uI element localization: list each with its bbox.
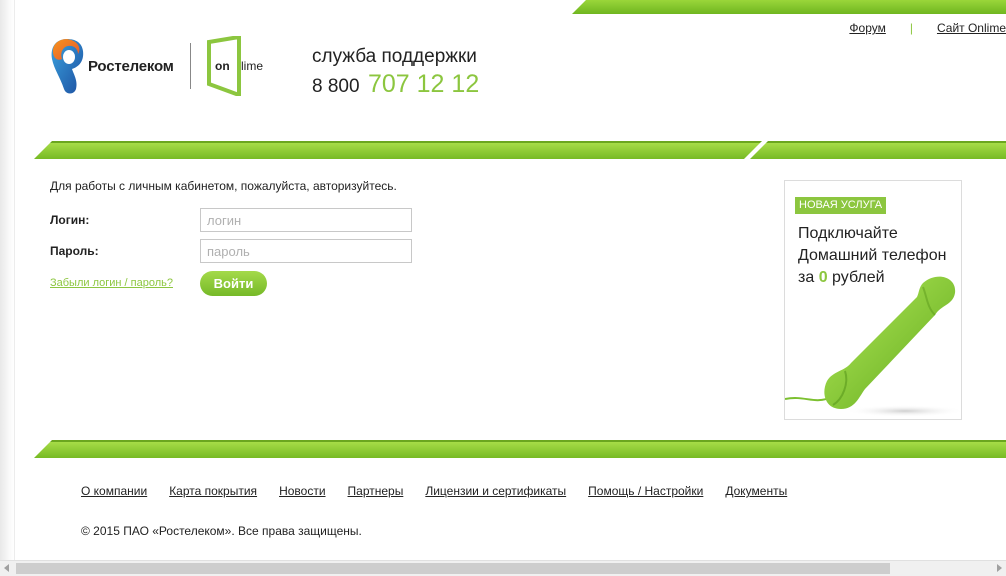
top-links: Форум | Сайт Onlime <box>849 20 1006 36</box>
promo-line-1: Подключайте <box>798 225 898 242</box>
login-input[interactable] <box>200 208 412 232</box>
phone-prefix: 8 800 <box>312 76 360 97</box>
upper-green-band <box>0 141 1006 159</box>
login-row: Логин: <box>50 208 412 232</box>
telephone-handset-icon <box>785 276 961 417</box>
rostelecom-swirl-icon <box>51 39 84 94</box>
lower-green-band <box>0 440 1006 458</box>
footer-link-help[interactable]: Помощь / Настройки <box>588 484 703 498</box>
top-links-separator: | <box>909 21 913 35</box>
scroll-right-arrow-icon[interactable] <box>997 564 1002 572</box>
login-submit-button[interactable]: Войти <box>200 271 267 296</box>
promo-banner[interactable]: НОВАЯ УСЛУГА Подключайте Домашний телефо… <box>784 180 962 420</box>
forgot-credentials-link[interactable]: Забыли логин / пароль? <box>50 277 173 289</box>
logo-divider <box>189 43 191 89</box>
phone-number: 707 12 12 <box>368 70 480 98</box>
footer-nav: О компании Карта покрытия Новости Партне… <box>81 484 809 498</box>
promo-line-2: Домашний телефон <box>798 247 947 264</box>
onlime-logo-icon: on lime <box>206 36 263 96</box>
support-title: служба поддержки <box>312 46 477 67</box>
login-label: Логин: <box>50 213 90 227</box>
footer-link-coverage-map[interactable]: Карта покрытия <box>169 484 257 498</box>
top-green-stripe <box>572 0 1006 14</box>
page: Форум | Сайт Onlime Ростелеком on lime с… <box>0 0 1006 576</box>
horizontal-scrollbar[interactable] <box>0 560 1006 576</box>
footer-link-about[interactable]: О компании <box>81 484 147 498</box>
scrollbar-thumb[interactable] <box>16 563 890 574</box>
password-label: Пароль: <box>50 244 99 258</box>
onlime-site-link[interactable]: Сайт Onlime <box>937 21 1006 35</box>
support-phone: 8 800 707 12 12 <box>312 70 479 102</box>
promo-badge: НОВАЯ УСЛУГА <box>795 197 887 214</box>
svg-text:lime: lime <box>241 59 263 73</box>
copyright-text: © 2015 ПАО «Ростелеком». Все права защищ… <box>81 524 362 538</box>
footer-link-documents[interactable]: Документы <box>725 484 787 498</box>
support-block: служба поддержки 8 800 707 12 12 <box>312 46 479 102</box>
scroll-left-arrow-icon[interactable] <box>4 564 9 572</box>
forum-link[interactable]: Форум <box>849 21 885 35</box>
footer-link-licenses[interactable]: Лицензии и сертификаты <box>425 484 566 498</box>
password-input[interactable] <box>200 239 412 263</box>
rostelecom-onlime-logo[interactable]: Ростелеком on lime <box>50 36 267 96</box>
footer-link-news[interactable]: Новости <box>279 484 325 498</box>
left-edge-shadow <box>0 0 15 560</box>
svg-text:on: on <box>215 59 230 73</box>
rostelecom-logo-text: Ростелеком <box>88 57 174 75</box>
auth-intro-text: Для работы с личным кабинетом, пожалуйст… <box>50 179 397 193</box>
footer-link-partners[interactable]: Партнеры <box>348 484 404 498</box>
password-row: Пароль: <box>50 239 412 263</box>
